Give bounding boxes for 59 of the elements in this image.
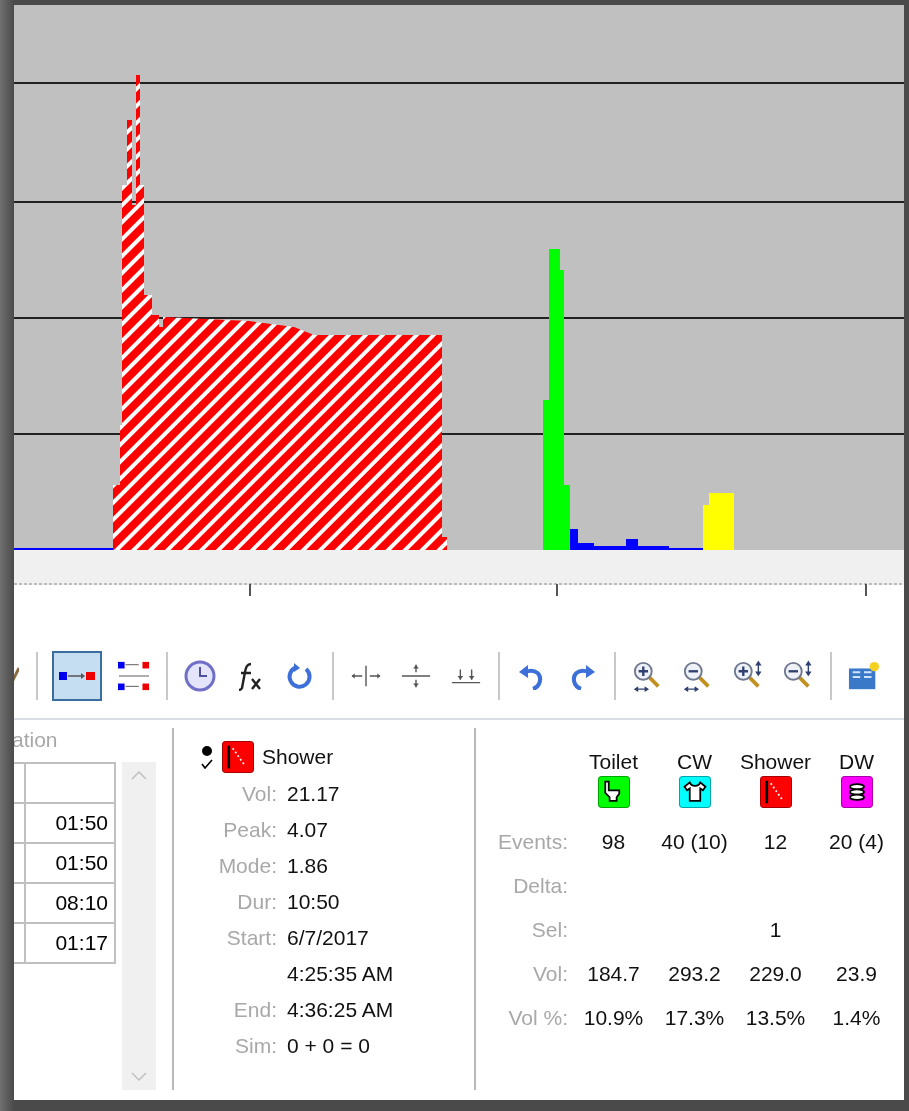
split-icon — [350, 664, 382, 688]
field-value: 4.07 — [287, 818, 329, 842]
summary-value: 40 (10) — [660, 829, 729, 855]
row-label: Delta: — [512, 873, 569, 899]
summary-value: 293.2 — [667, 961, 722, 987]
merge-icon — [450, 666, 482, 686]
summary-value: 1.4% — [831, 1005, 882, 1031]
summary-value: 184.7 — [586, 961, 641, 987]
row-label: Vol: — [531, 961, 569, 987]
field-label: Dur: — [236, 890, 277, 914]
function-icon — [237, 661, 263, 691]
summary-value: 20 (4) — [828, 829, 885, 855]
row-label: Events: — [496, 829, 569, 855]
summary-value: 12 — [762, 829, 789, 855]
table-cell — [14, 804, 24, 842]
field-label: Mode: — [217, 854, 277, 878]
check-icon — [201, 758, 213, 769]
field-label: End: — [232, 998, 277, 1022]
field-label: Sim: — [234, 1034, 277, 1058]
field-value: 1.86 — [287, 854, 329, 878]
table-cell — [14, 924, 24, 962]
flow-arrows-icon — [118, 660, 150, 692]
field-label: Start: — [225, 926, 277, 950]
summary-value: 98 — [600, 829, 627, 855]
event-name: Shower — [262, 745, 334, 769]
column-header: DW — [839, 750, 874, 774]
field-value: 10:50 — [287, 890, 341, 914]
table-cell — [14, 884, 24, 922]
duration-cell: 08:10 — [26, 884, 114, 922]
flow-arrow-icon — [59, 669, 95, 683]
summary-value: 23.9 — [835, 961, 878, 987]
split-vertical-icon — [400, 662, 432, 690]
row-label: Sel: — [530, 917, 569, 943]
summary-value: 229.0 — [748, 961, 803, 987]
field-value: 4:36:25 AM — [287, 998, 395, 1022]
table-cell — [14, 844, 24, 882]
column-header: Shower — [739, 750, 812, 774]
duration-cell: 01:17 — [26, 924, 114, 962]
column-header: Toilet — [589, 750, 638, 774]
column-header: CW — [677, 750, 712, 774]
refresh-icon — [286, 662, 314, 690]
field-value: 21.17 — [287, 782, 341, 806]
book-icon — [848, 660, 880, 692]
duration-cell: 01:50 — [26, 844, 114, 882]
summary-value: 10.9% — [582, 1005, 645, 1031]
bullet-icon — [202, 745, 212, 756]
toolbar-button[interactable] — [52, 651, 102, 701]
field-value: 6/7/2017 — [287, 926, 370, 950]
summary-value: 1 — [768, 917, 783, 943]
field-value: 4:25:35 AM — [287, 962, 395, 986]
field-label: Vol: — [240, 782, 277, 806]
table-cell — [14, 764, 24, 802]
summary-value: 13.5% — [744, 1005, 807, 1031]
summary-value: 17.3% — [663, 1005, 726, 1031]
field-label: Peak: — [222, 818, 277, 842]
row-label: Vol %: — [507, 1005, 569, 1031]
duration-cell: 01:50 — [26, 804, 114, 842]
field-value: 0 + 0 = 0 — [287, 1034, 371, 1058]
clock-icon — [184, 660, 216, 692]
